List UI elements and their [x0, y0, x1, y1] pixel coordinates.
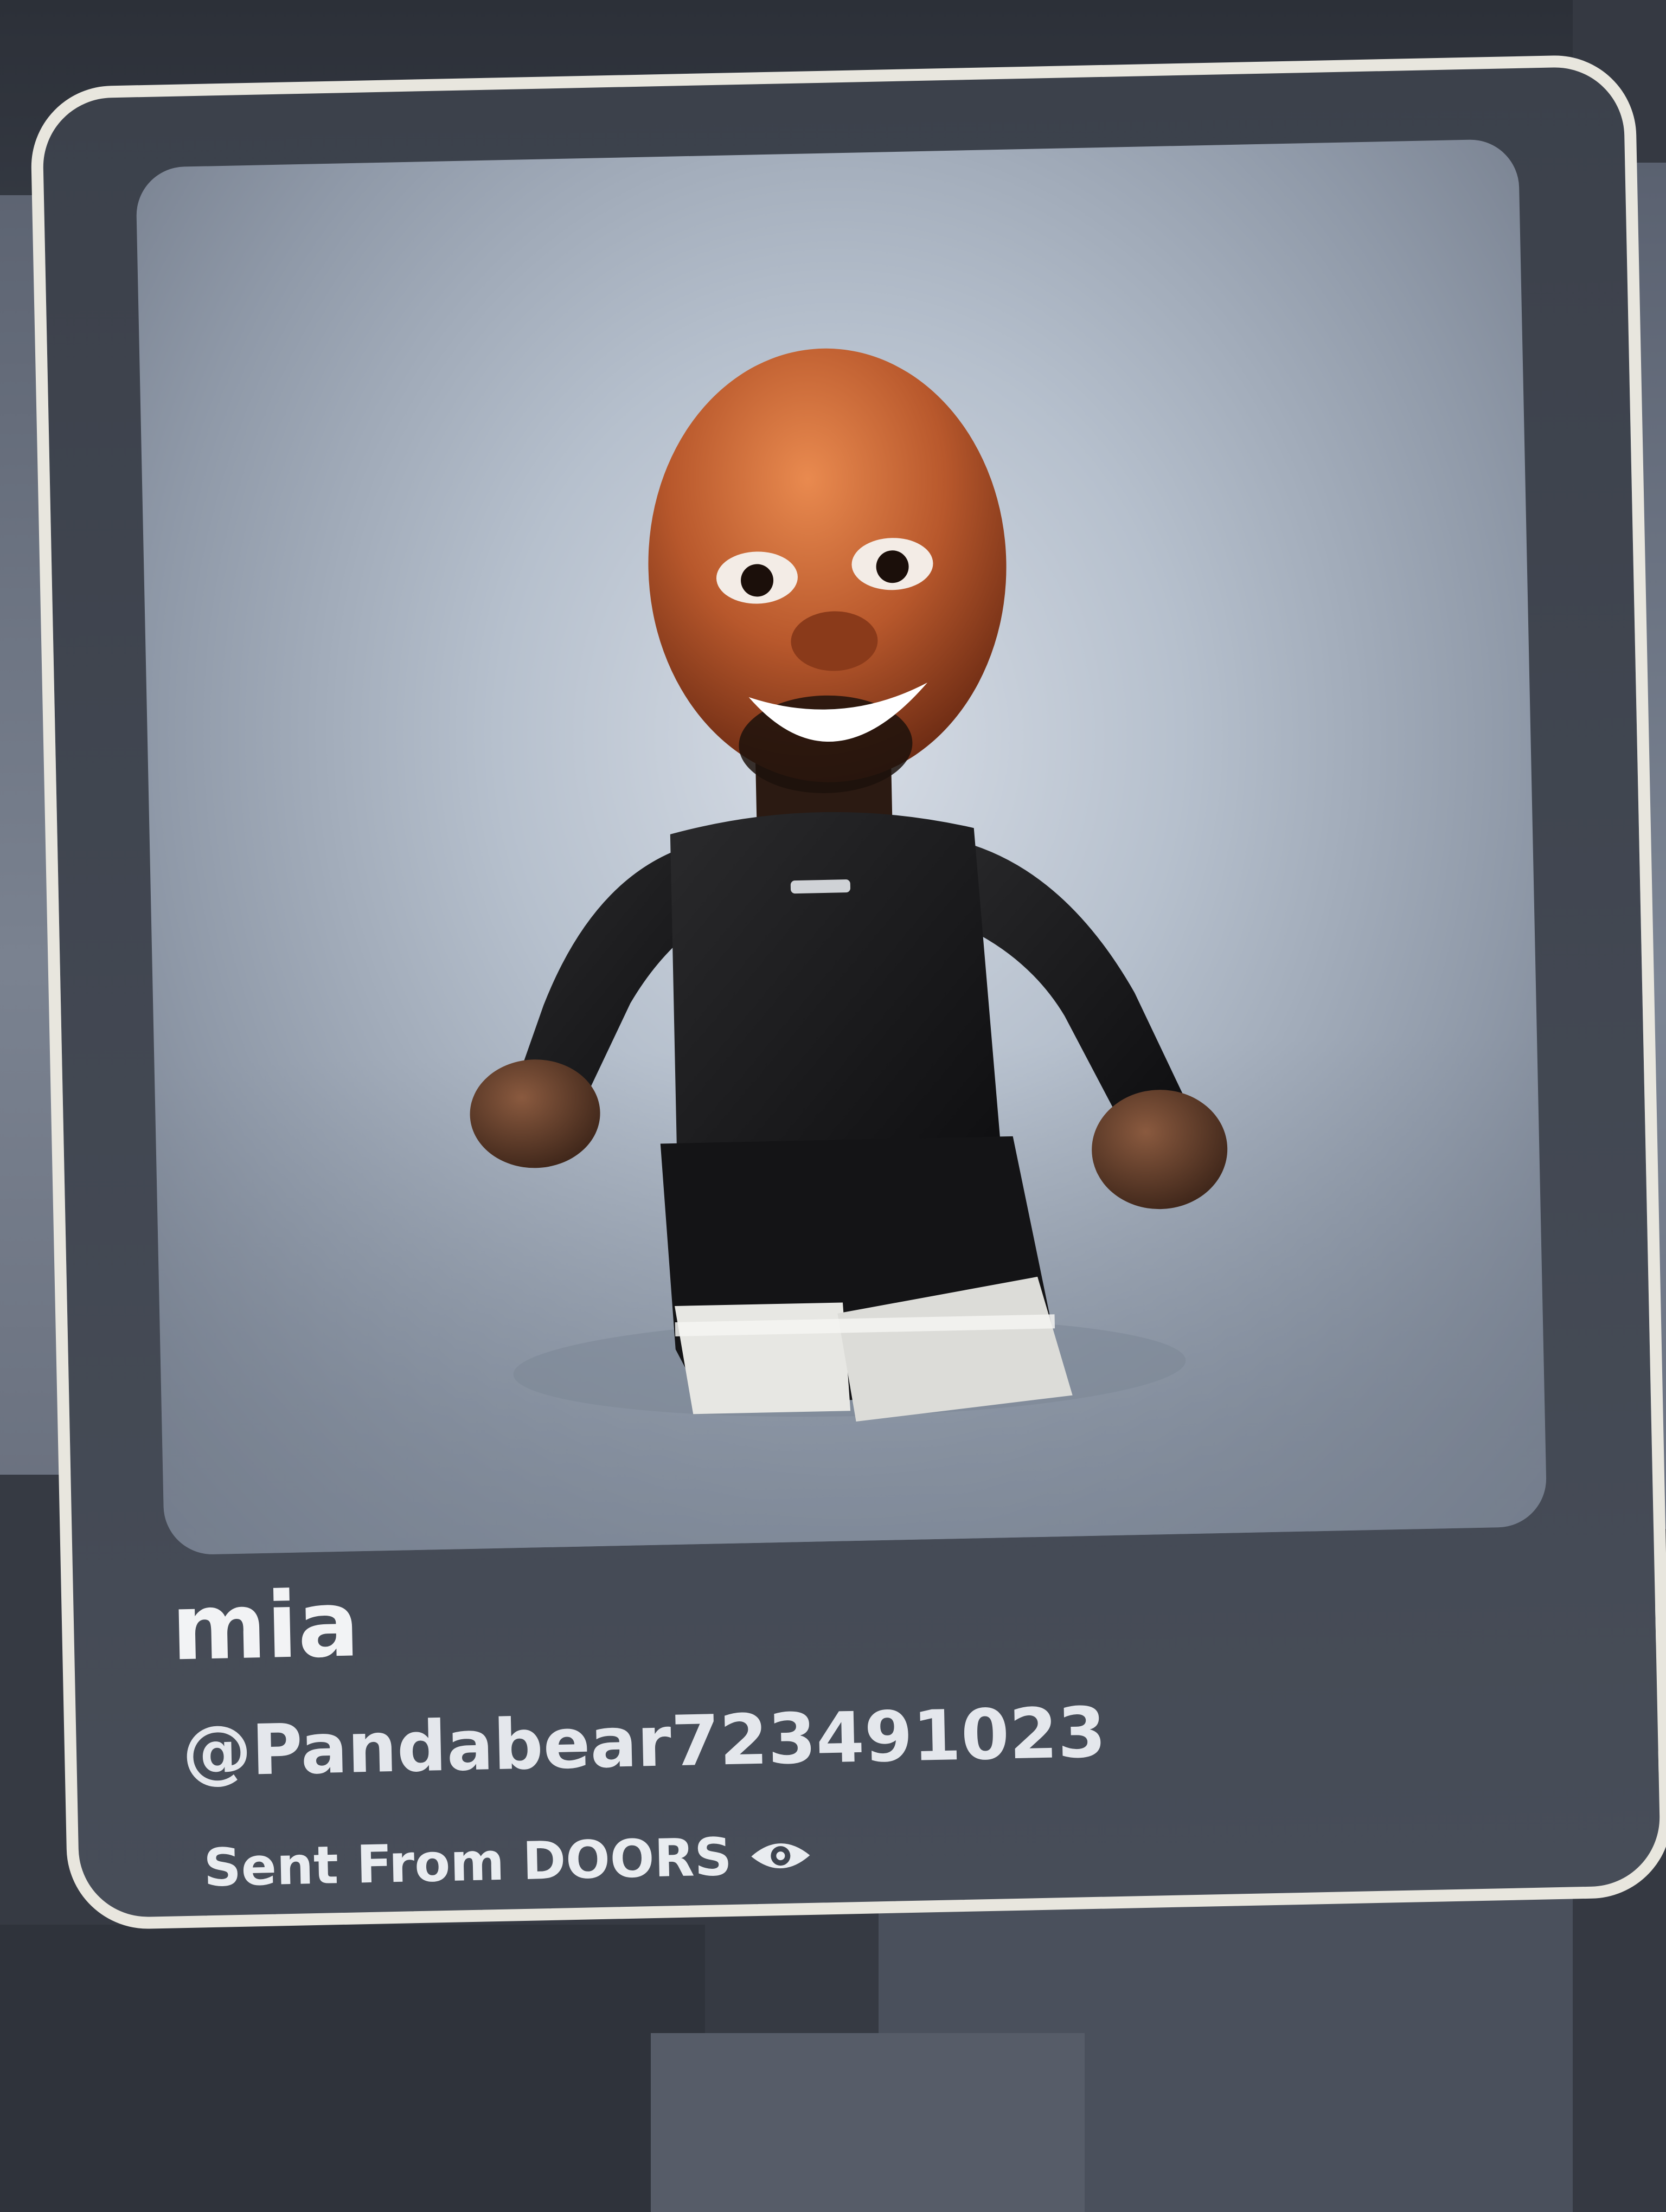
username: @Pandabear723491023: [181, 1692, 1107, 1793]
background-block: [0, 1925, 705, 2212]
eye-icon[interactable]: [748, 1834, 814, 1878]
screen: Ja @y: [0, 0, 1666, 2212]
source-text: Sent From DOORS: [203, 1826, 733, 1899]
background-block: [651, 2033, 1085, 2212]
profile-card[interactable]: mia @Pandabear723491023 Sent From DOORS: [29, 54, 1666, 1931]
avatar-thumbnail[interactable]: [135, 138, 1547, 1555]
display-name: mia: [170, 1571, 361, 1681]
avatar-collar-tag: [790, 879, 850, 894]
avatar-render: [470, 348, 1228, 1422]
avatar-right-hand: [1092, 1090, 1228, 1210]
source-row: Sent From DOORS: [203, 1826, 814, 1899]
avatar-torso: [670, 812, 1003, 1187]
